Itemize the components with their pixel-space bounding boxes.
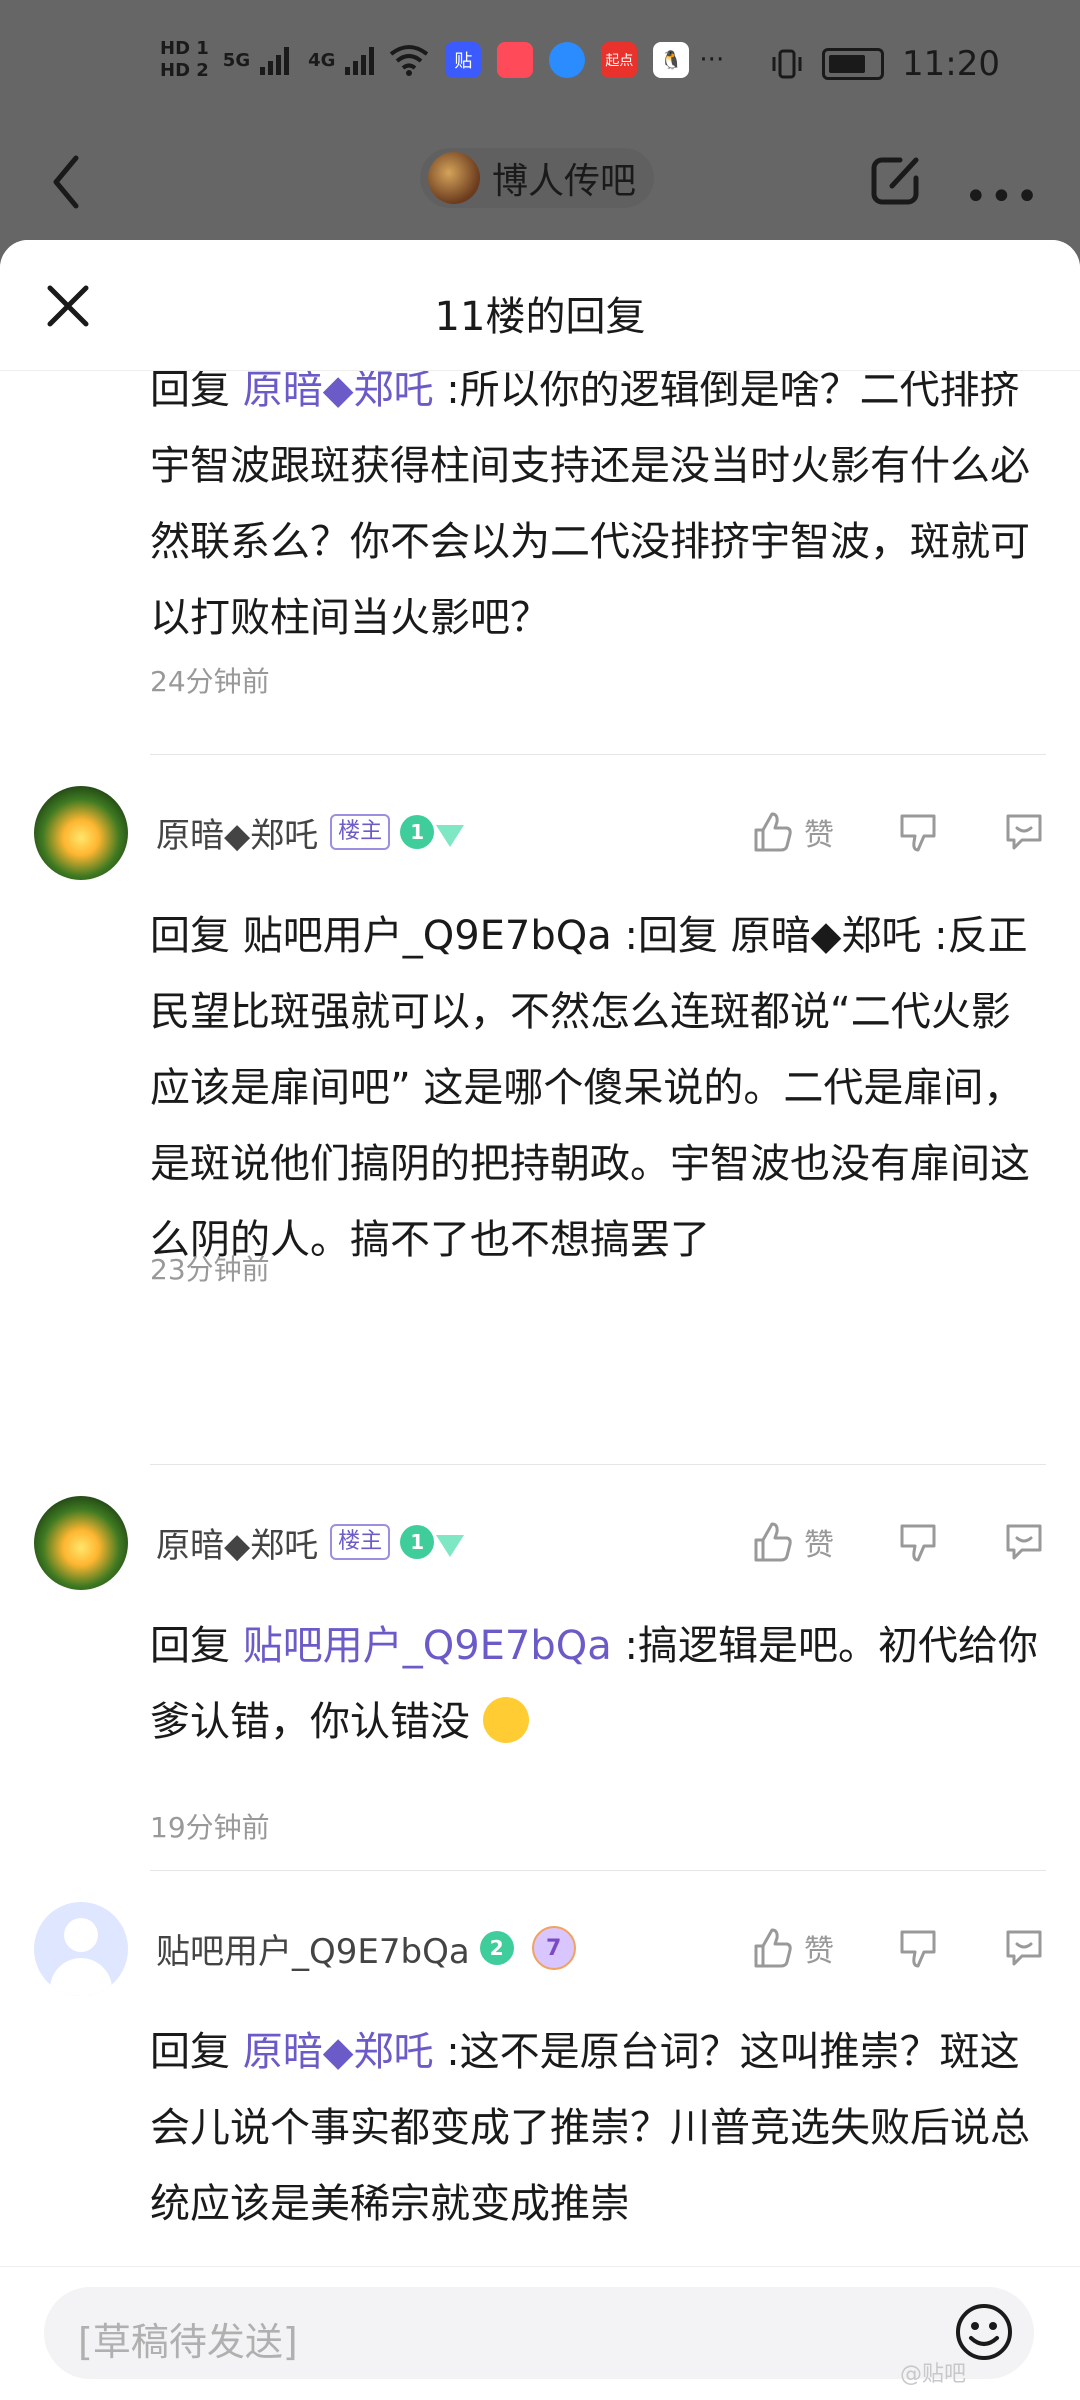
reply-actions: 赞	[750, 1918, 1046, 1978]
reply-time: 19分钟前	[150, 1811, 270, 1844]
more-notifications-icon: ···	[699, 45, 725, 75]
forum-title-chip[interactable]: 博人传吧	[420, 148, 655, 208]
status-left: HD 1 HD 2 5G 4G 贴 起点 🐧 ···	[160, 38, 724, 82]
tieba-app-icon: 贴	[445, 42, 482, 78]
reply-actions: 赞	[750, 1512, 1046, 1572]
network-4g-label: 4G	[308, 49, 336, 71]
reply-actions: 赞	[750, 802, 1046, 862]
username[interactable]: 原暗◆郑吒	[156, 808, 318, 857]
mention-link[interactable]: 原暗◆郑吒	[243, 370, 434, 413]
reply-prefix: 回复	[150, 2029, 243, 2075]
mention-link[interactable]: 原暗◆郑吒	[243, 2029, 434, 2075]
user-row: 贴吧用户_Q9E7bQa 2 7	[156, 1918, 576, 1978]
user-row: 原暗◆郑吒 楼主 1	[156, 802, 465, 862]
like-button[interactable]: 赞	[750, 1926, 896, 1970]
thumbs-up-icon	[754, 1522, 792, 1562]
battery-icon	[822, 48, 885, 80]
level-badge: 1	[400, 1525, 435, 1559]
avatar[interactable]	[34, 1902, 128, 1996]
reply-prefix: 回复	[150, 370, 243, 413]
level-badge: 1	[400, 815, 435, 849]
thumbs-down-icon[interactable]	[896, 1520, 940, 1564]
like-label: 赞	[804, 818, 834, 853]
member-level-badge: 7	[531, 1926, 576, 1970]
like-button[interactable]: 赞	[750, 1520, 896, 1564]
thumbs-up-icon	[754, 812, 792, 852]
divider	[150, 754, 1046, 755]
qidian-app-icon: 起点	[601, 42, 638, 78]
reply-text: 回复 贴吧用户_Q9E7bQa :回复 原暗◆郑吒 :反正民望比斑强就可以，不然…	[150, 913, 1030, 1263]
mention-link[interactable]: 贴吧用户_Q9E7bQa	[243, 1623, 612, 1669]
sim1-label: HD 1	[160, 38, 209, 59]
reply-list[interactable]: 回复 原暗◆郑吒 :所以你的逻辑倒是啥？二代排挤宇智波跟斑获得柱间支持还是没当时…	[0, 370, 1080, 2230]
reply-input-placeholder: [草稿待发送]	[78, 2320, 298, 2364]
thumbs-down-icon[interactable]	[896, 810, 940, 854]
reply-prefix: 回复	[150, 1623, 243, 1669]
network-5g-label: 5G	[222, 49, 251, 71]
more-options-icon[interactable]: •••	[964, 174, 1041, 220]
forum-name: 博人传吧	[492, 161, 637, 202]
emoji-icon[interactable]	[954, 2302, 1014, 2362]
thumbs-down-icon[interactable]	[896, 1926, 940, 1970]
divider	[150, 1870, 1046, 1871]
default-avatar-head	[64, 1918, 98, 1952]
browser-app-icon	[549, 42, 586, 78]
forum-avatar	[428, 152, 480, 204]
level-badge: 2	[479, 1931, 514, 1965]
laughing-emoji-icon	[482, 1697, 529, 1743]
thumbs-up-icon	[754, 1928, 792, 1968]
sim-indicators: HD 1 HD 2	[160, 38, 209, 82]
sim2-label: HD 2	[160, 60, 209, 81]
vibrate-icon	[772, 49, 802, 79]
signal-strength-icon	[260, 45, 294, 75]
divider	[150, 1464, 1046, 1465]
user-row: 原暗◆郑吒 楼主 1	[156, 1512, 465, 1572]
signal-strength-icon-2	[345, 45, 379, 75]
reply-text: 回复 原暗◆郑吒 :所以你的逻辑倒是啥？二代排挤宇智波跟斑获得柱间支持还是没当时…	[150, 370, 1050, 656]
owner-badge: 楼主	[330, 814, 391, 850]
sheet-header: 11楼的回复	[0, 240, 1080, 371]
default-avatar-body	[50, 1958, 112, 1996]
reply-time: 24分钟前	[150, 665, 270, 698]
comment-icon[interactable]	[1002, 1926, 1046, 1970]
like-label: 赞	[804, 1934, 834, 1969]
gem-icon	[436, 825, 465, 847]
comment-icon[interactable]	[1002, 1520, 1046, 1564]
gem-icon	[436, 1535, 465, 1557]
reply-text: 回复 原暗◆郑吒 :这不是原台词？这叫推崇？斑这会儿说个事实都变成了推崇？川普竞…	[150, 2014, 1050, 2230]
qq-app-icon: 🐧	[653, 42, 690, 78]
reply-text: 回复 贴吧用户_Q9E7bQa :搞逻辑是吧。初代给你爹认错，你认错没	[150, 1608, 1050, 1760]
reply-input[interactable]: [草稿待发送]	[44, 2287, 1034, 2379]
username[interactable]: 原暗◆郑吒	[156, 1518, 318, 1567]
like-button[interactable]: 赞	[750, 810, 896, 854]
avatar[interactable]	[34, 1496, 128, 1590]
like-label: 赞	[804, 1528, 834, 1563]
edit-icon[interactable]	[866, 150, 926, 210]
book-app-icon	[497, 42, 534, 78]
watermark: @贴吧	[900, 2362, 967, 2387]
clock: 11:20	[902, 44, 1000, 84]
back-icon[interactable]	[46, 152, 86, 212]
wifi-icon	[390, 45, 429, 76]
reply-time: 23分钟前	[150, 1253, 270, 1286]
owner-badge: 楼主	[330, 1524, 391, 1560]
avatar[interactable]	[34, 786, 128, 880]
reply-sheet: 11楼的回复 回复 原暗◆郑吒 :所以你的逻辑倒是啥？二代排挤宇智波跟斑获得柱间…	[0, 240, 1080, 2400]
username[interactable]: 贴吧用户_Q9E7bQa	[156, 1924, 470, 1973]
status-bar: HD 1 HD 2 5G 4G 贴 起点 🐧 ··· 11:20	[0, 0, 1080, 140]
status-right: 11:20	[770, 44, 1000, 84]
sheet-title: 11楼的回复	[434, 294, 646, 340]
comment-icon[interactable]	[1002, 810, 1046, 854]
